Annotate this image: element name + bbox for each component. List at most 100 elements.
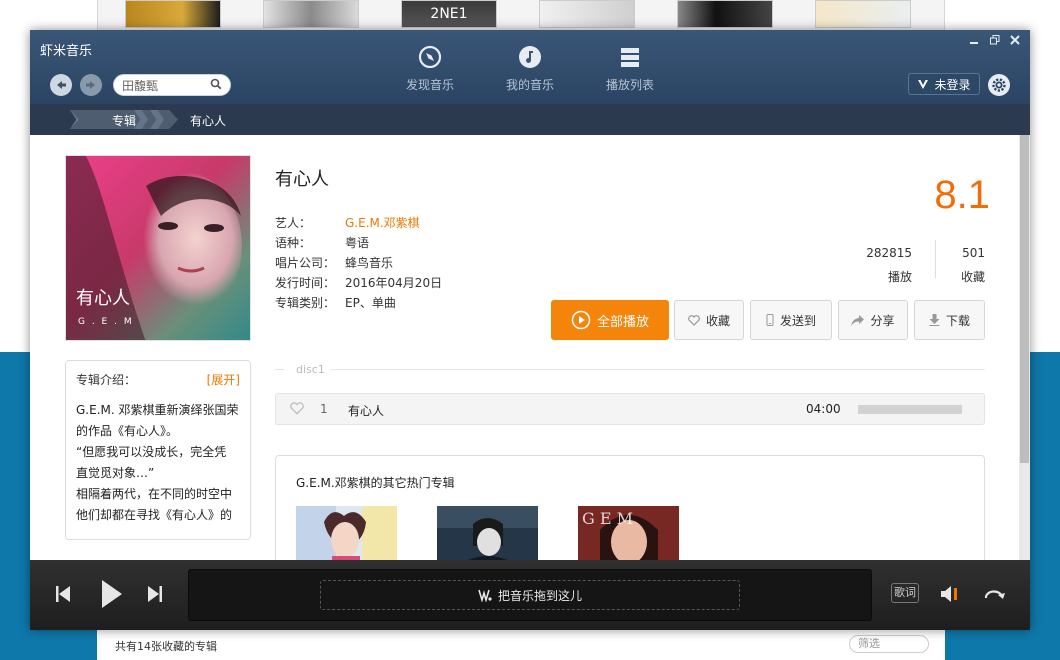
heart-icon <box>688 314 700 326</box>
album-title: 有心人 <box>275 169 329 190</box>
music-note-icon <box>490 44 570 70</box>
app-title: 虾米音乐 <box>40 44 93 59</box>
plays-stat: 282815 播放 <box>850 241 912 289</box>
tab-my-music-label: 我的音乐 <box>505 78 554 92</box>
divider <box>275 369 284 370</box>
close-icon <box>1010 35 1020 45</box>
skip-forward-icon <box>148 586 162 602</box>
play-all-button[interactable]: 全部播放 <box>551 300 669 340</box>
stat-divider <box>935 240 936 278</box>
other-album-cover[interactable]: G E M <box>578 506 679 560</box>
arrow-left-icon <box>57 81 66 89</box>
compass-icon <box>390 44 470 70</box>
artist-link[interactable]: G.E.M.邓紫棋 <box>345 213 420 233</box>
track-name[interactable]: 有心人 <box>348 402 384 419</box>
restore-icon <box>990 35 1000 45</box>
track-duration: 04:00 <box>806 402 841 416</box>
album-intro-box: 专辑介绍： [展开] G.E.M. 邓紫棋重新演绎张国荣 的作品《有心人》。 “… <box>65 360 251 540</box>
tab-playlist-label: 播放列表 <box>605 78 654 92</box>
album-intro-text: G.E.M. 邓紫棋重新演绎张国荣 的作品《有心人》。 “但愿我可以没成长，完全… <box>76 400 240 526</box>
other-album-cover[interactable] <box>296 506 397 560</box>
download-button[interactable]: 下载 <box>914 300 985 340</box>
share-arrow-icon <box>851 314 865 326</box>
arrow-right-icon <box>86 81 95 89</box>
playlist-icon <box>590 44 670 70</box>
play-all-label: 全部播放 <box>596 314 649 330</box>
drop-music-label: 把音乐拖到这儿 <box>497 588 582 603</box>
favorite-button[interactable]: 收藏 <box>674 300 744 340</box>
favorite-label: 收藏 <box>705 313 730 328</box>
search-box <box>113 74 231 96</box>
album-intro-line: 相隔着两代，在不同的时空中 <box>76 487 233 501</box>
meta-language-value: 粤语 <box>345 236 370 250</box>
tab-my-music[interactable]: 我的音乐 <box>490 44 570 93</box>
next-button[interactable] <box>148 586 162 605</box>
volume-button[interactable] <box>941 586 961 605</box>
meta-release-key: 发行时间： <box>275 276 336 290</box>
gear-icon <box>992 78 1006 92</box>
disc-label: disc1 <box>296 363 325 376</box>
forward-button[interactable] <box>80 74 102 96</box>
background-album-thumb <box>263 0 359 28</box>
lyrics-button[interactable]: 歌词 <box>891 583 919 603</box>
other-albums-section: G.E.M.邓紫棋的其它热门专辑 G E M <box>275 455 985 560</box>
xiami-logo-icon <box>918 80 929 89</box>
meta-type-key: 专辑类别： <box>275 296 336 310</box>
minimize-button[interactable] <box>966 34 982 49</box>
album-intro-line: 他们却都在寻找《有心人》的 <box>76 508 233 522</box>
maximize-button[interactable] <box>987 34 1003 49</box>
album-intro-label: 专辑介绍： <box>76 373 137 387</box>
player-bar: 把音乐拖到这儿 歌词 <box>30 560 1030 630</box>
tab-discover[interactable]: 发现音乐 <box>390 44 470 93</box>
close-button[interactable] <box>1007 34 1023 49</box>
drop-music-zone[interactable]: 把音乐拖到这儿 <box>320 580 740 610</box>
scrollbar-thumb[interactable] <box>1020 135 1029 463</box>
favorite-albums-count: 共有14张收藏的专辑 <box>115 640 217 653</box>
plays-count: 282815 <box>866 246 912 260</box>
app-window: 虾米音乐 发现音乐 <box>30 30 1030 630</box>
album-intro-line: 的作品《有心人》。 <box>76 424 179 438</box>
other-album-cover[interactable] <box>437 506 538 560</box>
login-label: 未登录 <box>934 77 971 92</box>
share-button[interactable]: 分享 <box>838 300 908 340</box>
track-row[interactable]: 1 有心人 04:00 <box>275 393 985 425</box>
download-icon <box>929 314 940 326</box>
title-bar: 虾米音乐 发现音乐 <box>30 30 1030 104</box>
download-label: 下载 <box>945 313 970 328</box>
back-button[interactable] <box>50 74 72 96</box>
album-page: 有心人 G . E . M 专辑介绍： [展开] G.E.M. 邓紫棋重新演绎张… <box>30 135 1030 560</box>
tab-playlist[interactable]: 播放列表 <box>590 44 670 93</box>
scrollbar[interactable] <box>1019 135 1030 560</box>
track-number: 1 <box>320 402 328 416</box>
background-album-thumb <box>815 0 911 28</box>
skip-back-icon <box>56 586 70 602</box>
repeat-button[interactable] <box>982 584 1006 607</box>
background-album-thumb <box>539 0 635 28</box>
meta-release-value: 2016年04月20日 <box>345 276 443 290</box>
settings-button[interactable] <box>988 74 1010 96</box>
meta-type-value: EP、单曲 <box>345 296 396 310</box>
cover-artist-text: G . E . M <box>78 317 134 327</box>
login-button[interactable]: 未登录 <box>908 73 980 95</box>
previous-button[interactable] <box>56 586 70 605</box>
search-input[interactable] <box>122 77 206 93</box>
album-meta: 艺人： G.E.M.邓紫棋 语种： 粤语 唱片公司： 蜂鸟音乐 发行时间： 2016年0… <box>275 213 442 313</box>
play-button[interactable] <box>102 580 122 611</box>
album-intro-line: “但愿我可以没成长，完全凭 <box>76 445 227 459</box>
other-albums-heading: G.E.M.邓紫棋的其它热门专辑 <box>296 476 455 490</box>
background-album-thumb <box>125 0 221 28</box>
send-to-label: 发送到 <box>779 313 816 328</box>
background-album-strip: 2NE1 <box>125 0 911 28</box>
svg-text:G E M: G E M <box>582 509 633 528</box>
expand-link[interactable]: [展开] <box>207 371 240 388</box>
album-intro-line: G.E.M. 邓紫棋重新演绎张国荣 <box>76 403 239 417</box>
filter-input[interactable]: 筛选 <box>849 635 929 653</box>
search-icon[interactable] <box>210 78 222 93</box>
send-to-button[interactable]: 发送到 <box>750 300 832 340</box>
volume-icon <box>941 586 957 602</box>
tab-discover-label: 发现音乐 <box>405 78 454 92</box>
background-album-thumb <box>677 0 773 28</box>
breadcrumb-current: 有心人 <box>190 114 227 128</box>
meta-label-value: 蜂鸟音乐 <box>345 256 394 270</box>
track-heart-icon[interactable] <box>290 402 304 418</box>
